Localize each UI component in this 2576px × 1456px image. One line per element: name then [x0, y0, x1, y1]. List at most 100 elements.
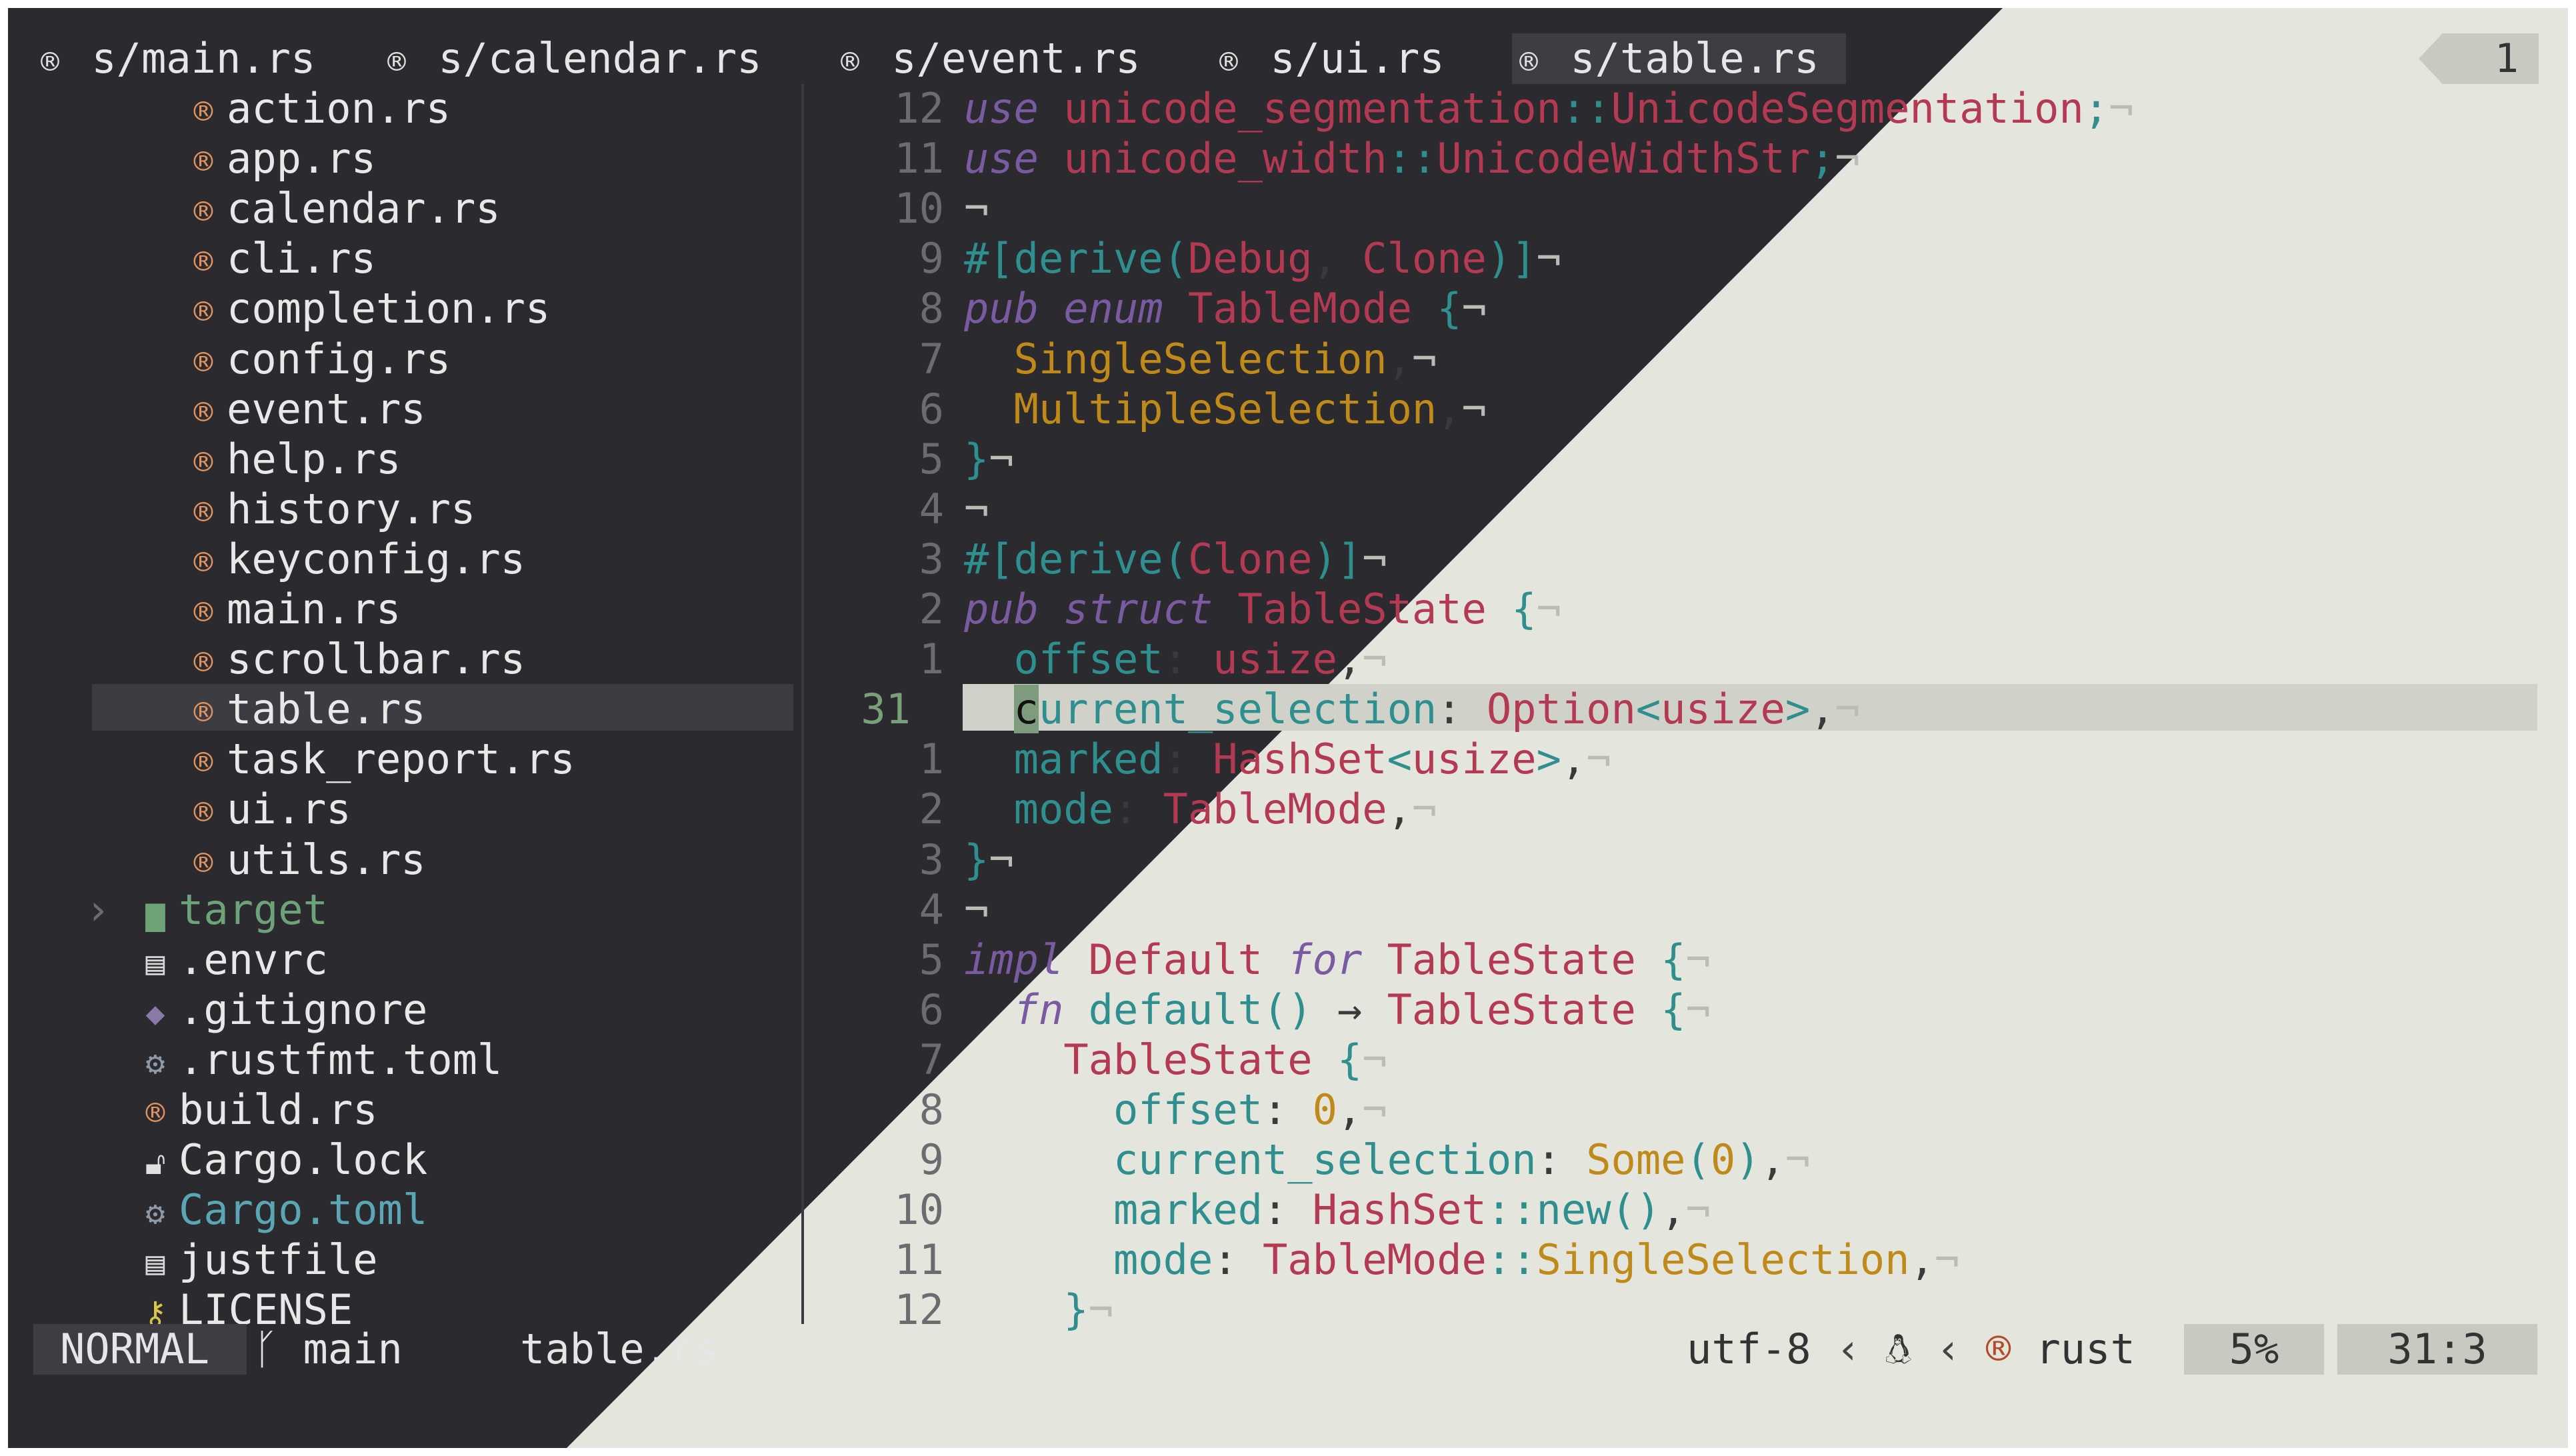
tree-item[interactable]: ® cli.rs: [180, 234, 376, 283]
line-number: 12: [894, 84, 944, 133]
tree-item[interactable]: ⚙ .rustfmt.toml: [132, 1035, 503, 1085]
code-line[interactable]: current_selection: Option<usize>,¬: [964, 685, 1860, 734]
code-line[interactable]: ¬: [964, 184, 989, 233]
gear-icon: ⚙: [145, 1195, 165, 1233]
tree-item[interactable]: ® help.rs: [180, 435, 401, 484]
code-line[interactable]: MultipleSelection,¬: [964, 385, 1487, 434]
tree-item[interactable]: ® scrollbar.rs: [180, 635, 525, 684]
tab-event[interactable]: ® s/event.rs: [833, 33, 1140, 84]
code-line[interactable]: impl Default for TableState {¬: [964, 935, 1711, 985]
git-icon: ◆: [145, 994, 165, 1032]
code-line[interactable]: use unicode_width::UnicodeWidthStr;¬: [964, 134, 1860, 183]
tree-item[interactable]: ® utils.rs: [180, 835, 426, 885]
line-number: 7: [919, 1035, 944, 1084]
tab-main[interactable]: ® s/main.rs: [33, 33, 315, 84]
line-number: 7: [919, 334, 944, 383]
rust-icon: ®: [193, 644, 213, 682]
rust-icon: ®: [193, 93, 213, 131]
line-number: 4: [919, 885, 944, 934]
tree-item[interactable]: 🔓︎ Cargo.lock: [132, 1135, 427, 1185]
tab-table-active[interactable]: ® s/table.rs: [1512, 33, 1846, 84]
rust-icon: ®: [193, 493, 213, 531]
file-icon: ▤: [145, 1245, 165, 1283]
rust-icon: ®: [193, 594, 213, 631]
code-line[interactable]: current_selection: Some(0),¬: [964, 1135, 1810, 1185]
linux-icon: 🐧︎: [1885, 1325, 1911, 1373]
rust-icon: ®: [193, 143, 213, 181]
line-number: 11: [894, 134, 944, 183]
tree-item[interactable]: › ▆ target: [85, 885, 328, 935]
line-number: 6: [919, 985, 944, 1034]
code-line[interactable]: fn default() → TableState {¬: [964, 985, 1711, 1035]
rust-icon: ®: [193, 393, 213, 431]
code-line[interactable]: offset: 0,¬: [964, 1085, 1387, 1135]
code-line[interactable]: mode: TableMode,¬: [964, 785, 1437, 834]
git-branch: ᚴ main: [253, 1325, 403, 1373]
rust-icon: ®: [193, 694, 213, 732]
code-line[interactable]: #[derive(Clone)]¬: [964, 535, 1387, 584]
tree-item[interactable]: ⚙ Cargo.toml: [132, 1185, 428, 1235]
tree-item[interactable]: ® action.rs: [180, 84, 451, 133]
cursor-position: 31:3: [2337, 1324, 2537, 1375]
line-number: 9: [919, 234, 944, 283]
code-line[interactable]: #[derive(Debug, Clone)]¬: [964, 234, 1561, 283]
rust-icon: ®: [193, 744, 213, 782]
code-line[interactable]: }¬: [964, 835, 1014, 885]
code-line[interactable]: mode: TableMode::SingleSelection,¬: [964, 1235, 1959, 1285]
rust-icon: ®: [193, 794, 213, 832]
rust-icon: ®: [193, 293, 213, 331]
tree-item[interactable]: ® build.rs: [132, 1085, 378, 1135]
tree-item[interactable]: ® ui.rs: [180, 785, 351, 834]
tab-ui[interactable]: ® s/ui.rs: [1212, 33, 1444, 84]
tree-item[interactable]: ® config.rs: [180, 335, 451, 384]
tab-count-indicator: 1: [2419, 33, 2539, 84]
tree-item[interactable]: ® event.rs: [180, 385, 426, 434]
code-line[interactable]: ¬: [964, 485, 989, 534]
tabline: ® s/main.rs ® s/calendar.rs ® s/event.rs…: [33, 33, 2540, 84]
tree-item[interactable]: ▤ justfile: [132, 1235, 378, 1285]
code-line[interactable]: use unicode_segmentation::UnicodeSegment…: [964, 84, 2133, 133]
rust-icon: ®: [1219, 44, 1238, 80]
tree-item[interactable]: ® task_report.rs: [180, 735, 575, 784]
chevron-right-icon[interactable]: ›: [85, 885, 110, 935]
code-line[interactable]: offset: usize,¬: [964, 635, 1387, 684]
line-number: 1: [919, 735, 944, 784]
rust-icon: ®: [193, 193, 213, 231]
tree-item[interactable]: ▤ .envrc: [132, 935, 328, 985]
rust-icon: ®: [145, 1095, 165, 1132]
tree-item[interactable]: ® completion.rs: [180, 284, 551, 333]
rust-icon: ®: [1519, 44, 1538, 80]
rust-icon: ®: [193, 443, 213, 481]
code-line[interactable]: marked: HashSet::new(),¬: [964, 1185, 1711, 1235]
status-line: NORMAL ᚴ main table.rs utf-8 ‹ 🐧︎ ‹ ® ru…: [33, 1324, 2544, 1375]
code-line[interactable]: ¬: [964, 885, 989, 935]
line-number: 4: [919, 484, 944, 533]
line-number: 2: [919, 585, 944, 633]
tree-item[interactable]: ® main.rs: [180, 585, 401, 634]
tree-item[interactable]: ® table.rs: [180, 685, 426, 734]
code-line[interactable]: }¬: [964, 435, 1014, 484]
rust-icon: ®: [193, 543, 213, 581]
folder-icon: ▆: [145, 894, 165, 932]
line-number: 10: [894, 184, 944, 233]
code-line[interactable]: SingleSelection,¬: [964, 335, 1437, 384]
line-number: 11: [894, 1235, 944, 1285]
tree-item[interactable]: ® history.rs: [180, 485, 476, 534]
tree-item[interactable]: ◆ .gitignore: [132, 985, 428, 1035]
tree-item[interactable]: ® keyconfig.rs: [180, 535, 525, 584]
tree-item[interactable]: ® calendar.rs: [180, 184, 501, 233]
code-line[interactable]: pub enum TableMode {¬: [964, 284, 1487, 333]
line-number: 6: [919, 384, 944, 433]
file-tree: ® action.rs ® app.rs ® calendar.rs ® cli.rs ® com…: [33, 84, 808, 1334]
line-number: 5: [919, 935, 944, 984]
tab-calendar[interactable]: ® s/calendar.rs: [380, 33, 761, 84]
line-number: 8: [919, 1085, 944, 1134]
scroll-percent: 5%: [2184, 1324, 2324, 1375]
rust-icon: ®: [1985, 1325, 2011, 1373]
code-editor[interactable]: 12 11 10 9 8 7 6 5 4 3 2 1 31 1 2 3 4 5 6 7 8 9 10 11 12 use unic…: [804, 84, 2568, 1334]
tree-item[interactable]: ® app.rs: [180, 134, 376, 183]
file-icon: ▤: [145, 944, 165, 982]
code-line[interactable]: marked: HashSet<usize>,¬: [964, 735, 1611, 784]
code-line[interactable]: pub struct TableState {¬: [964, 585, 1561, 634]
code-line[interactable]: TableState {¬: [964, 1035, 1387, 1085]
